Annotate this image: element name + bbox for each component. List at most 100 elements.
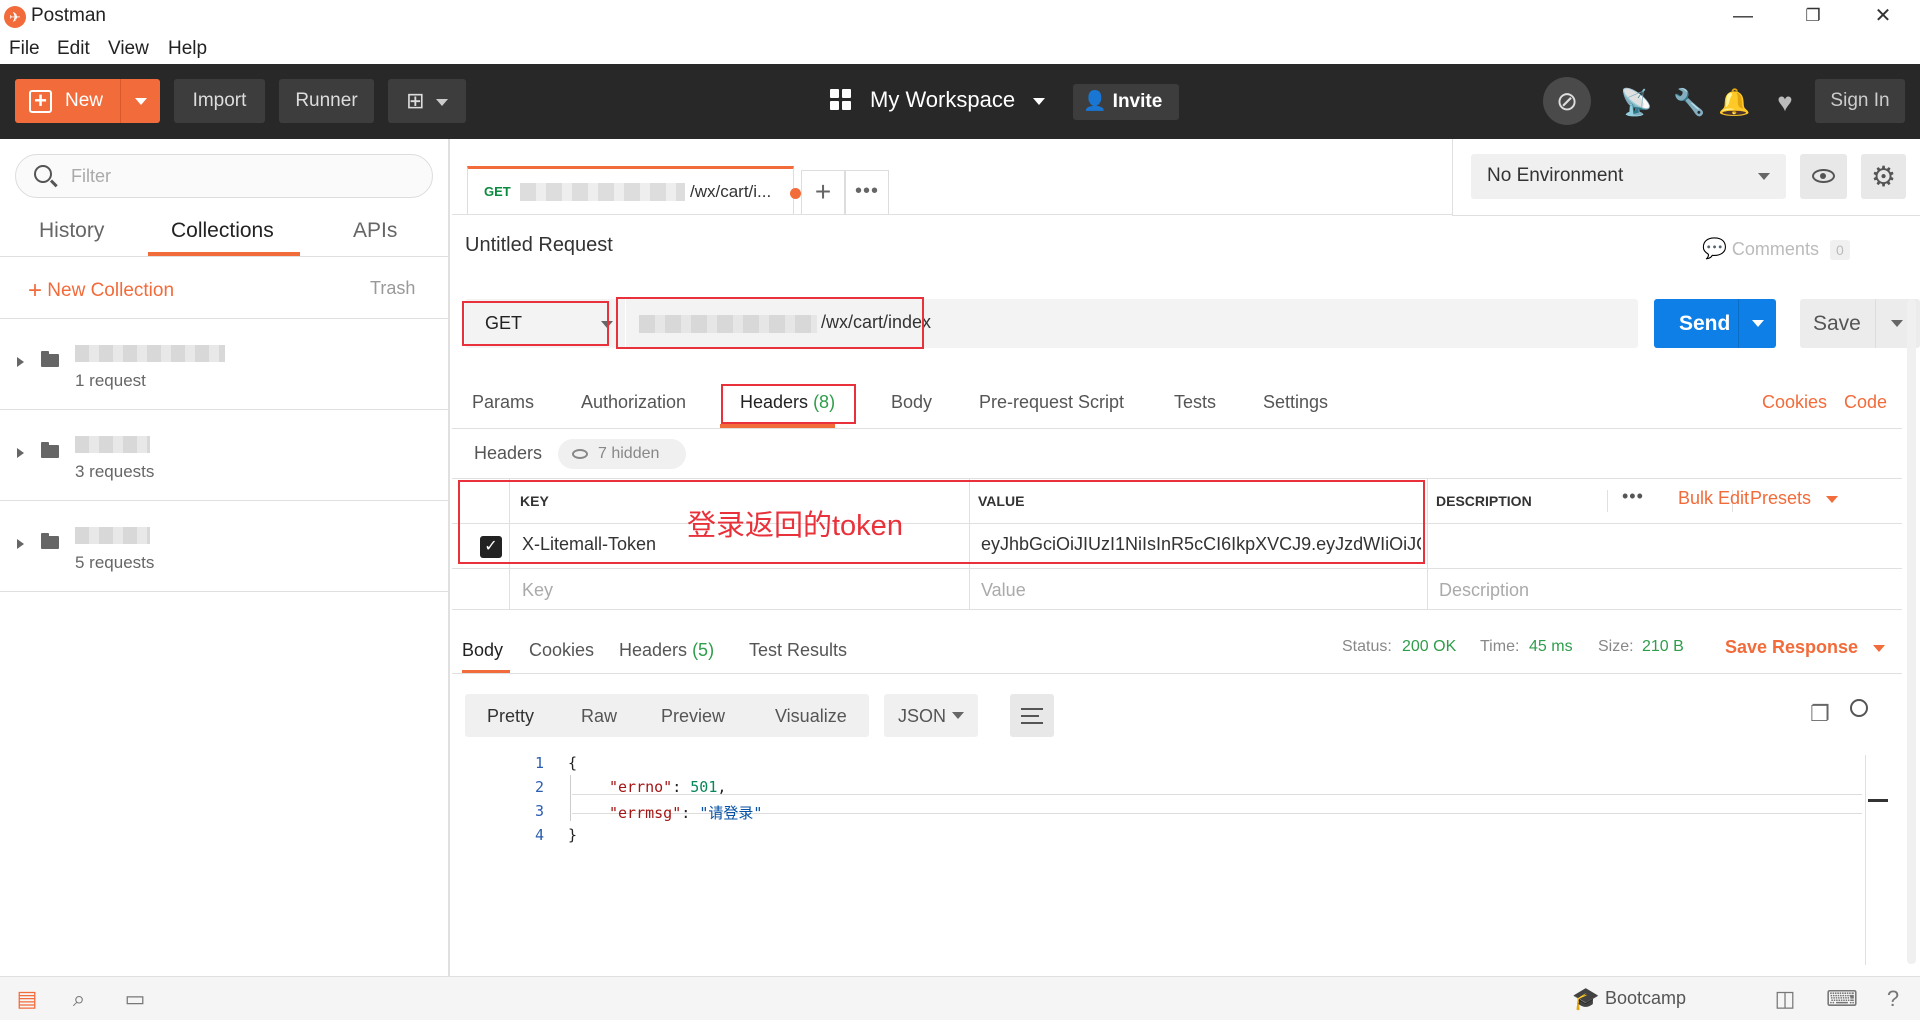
menu-view[interactable]: View xyxy=(108,38,149,60)
copy-icon[interactable]: ❐ xyxy=(1810,701,1830,727)
environment-select[interactable]: No Environment xyxy=(1471,154,1786,199)
environment-quick-look-button[interactable] xyxy=(1800,154,1847,199)
hidden-headers-toggle[interactable]: 7 hidden xyxy=(558,439,686,469)
postman-logo-icon: ✈ xyxy=(4,6,26,28)
column-header-description: DESCRIPTION xyxy=(1436,493,1532,509)
runner-button[interactable]: Runner xyxy=(279,79,374,123)
line-number: 2 xyxy=(534,778,544,796)
chevron-down-icon xyxy=(435,99,448,107)
help-icon[interactable]: ? xyxy=(1880,987,1906,1011)
bulk-edit-link[interactable]: Bulk Edit xyxy=(1678,488,1749,509)
collection-item[interactable]: 5 requests xyxy=(0,501,448,592)
request-title[interactable]: Untitled Request xyxy=(465,234,613,257)
maximize-button[interactable]: ❐ xyxy=(1782,0,1844,34)
add-tab-button[interactable]: + xyxy=(801,170,845,215)
response-tab-test-results[interactable]: Test Results xyxy=(749,640,847,661)
menu-help[interactable]: Help xyxy=(168,38,207,60)
console-icon[interactable]: ▭ xyxy=(122,987,148,1011)
request-tab-host-redacted xyxy=(520,183,685,201)
minimize-button[interactable]: — xyxy=(1712,0,1774,34)
line-number: 1 xyxy=(534,754,544,772)
tab-collections[interactable]: Collections xyxy=(171,219,274,243)
bootcamp-button[interactable]: Bootcamp xyxy=(1605,988,1686,1009)
new-value-input[interactable]: Value xyxy=(981,580,1026,601)
presets-dropdown[interactable]: Presets xyxy=(1750,488,1839,509)
tab-body[interactable]: Body xyxy=(891,392,932,413)
chevron-right-icon[interactable] xyxy=(17,357,24,367)
search-icon[interactable] xyxy=(1850,699,1868,717)
plus-icon: + xyxy=(29,90,52,113)
wrench-icon[interactable]: 🔧 xyxy=(1673,88,1705,116)
code-link[interactable]: Code xyxy=(1844,392,1887,413)
satellite-icon[interactable]: 📡 xyxy=(1620,88,1652,116)
response-body-editor[interactable]: 1 2 3 4 { "errno": 501, "errmsg": "请登录" … xyxy=(452,751,1862,911)
format-select[interactable]: JSON xyxy=(884,694,978,737)
response-tab-headers[interactable]: Headers (5) xyxy=(619,640,714,661)
bootcamp-icon[interactable]: 🎓 xyxy=(1572,987,1599,1011)
response-tab-body[interactable]: Body xyxy=(462,640,503,661)
new-button[interactable]: + New xyxy=(15,79,160,123)
menu-edit[interactable]: Edit xyxy=(57,38,90,60)
tab-authorization[interactable]: Authorization xyxy=(581,392,686,413)
cookies-link[interactable]: Cookies xyxy=(1762,392,1827,413)
import-button[interactable]: Import xyxy=(174,79,265,123)
more-tabs-button[interactable]: ••• xyxy=(845,170,889,215)
invite-button[interactable]: 👤 Invite xyxy=(1073,84,1179,120)
view-raw[interactable]: Raw xyxy=(581,706,617,727)
sign-in-button[interactable]: Sign In xyxy=(1815,79,1905,123)
sidebar-toggle-icon[interactable]: ▤ xyxy=(14,987,40,1011)
tab-apis[interactable]: APIs xyxy=(353,219,397,243)
new-description-input[interactable]: Description xyxy=(1439,580,1529,601)
workspace-switcher[interactable]: My Workspace xyxy=(870,87,1046,113)
filter-input[interactable]: Filter xyxy=(15,154,433,198)
collection-item[interactable]: 1 request xyxy=(0,319,448,410)
close-button[interactable]: ✕ xyxy=(1852,0,1914,34)
size-value[interactable]: 210 B xyxy=(1642,638,1684,656)
tab-history[interactable]: History xyxy=(39,219,104,243)
menu-file[interactable]: File xyxy=(9,38,40,60)
view-pretty[interactable]: Pretty xyxy=(487,706,534,727)
new-collection-button[interactable]: + New Collection xyxy=(28,277,174,305)
time-value[interactable]: 45 ms xyxy=(1529,638,1573,656)
tab-pre-request-script[interactable]: Pre-request Script xyxy=(979,392,1124,413)
tab-tests[interactable]: Tests xyxy=(1174,392,1216,413)
status-value[interactable]: 200 OK xyxy=(1402,638,1456,656)
find-icon[interactable]: ⌕ xyxy=(66,987,92,1011)
plus-icon: + xyxy=(28,277,43,304)
request-tab[interactable]: GET /wx/cart/i... xyxy=(467,166,801,215)
more-options-button[interactable]: ••• xyxy=(1622,486,1644,507)
send-button[interactable]: Send xyxy=(1654,299,1776,348)
send-dropdown-button[interactable] xyxy=(1738,299,1776,348)
folder-icon xyxy=(41,442,59,458)
save-response-button[interactable]: Save Response xyxy=(1725,637,1886,658)
tab-settings[interactable]: Settings xyxy=(1263,392,1328,413)
collection-item[interactable]: 3 requests xyxy=(0,410,448,501)
keyboard-shortcuts-icon[interactable]: ⌨ xyxy=(1826,987,1858,1011)
indent-guide xyxy=(570,775,571,821)
new-dropdown-button[interactable] xyxy=(120,79,160,123)
sync-off-icon[interactable]: ⊘ xyxy=(1543,77,1591,125)
chevron-right-icon[interactable] xyxy=(17,448,24,458)
collection-name-redacted xyxy=(75,436,150,453)
code-line-errmsg: "errmsg": "请登录" xyxy=(609,804,763,822)
view-preview[interactable]: Preview xyxy=(661,706,725,727)
trash-button[interactable]: Trash xyxy=(370,278,415,299)
wrap-lines-button[interactable] xyxy=(1010,694,1054,737)
heart-icon[interactable]: ♥ xyxy=(1770,88,1800,116)
view-visualize[interactable]: Visualize xyxy=(775,706,847,727)
two-pane-view-icon[interactable]: ◫ xyxy=(1772,987,1798,1011)
tab-params[interactable]: Params xyxy=(472,392,534,413)
new-window-button[interactable]: ⊞ xyxy=(388,79,466,123)
main-scrollbar[interactable] xyxy=(1907,299,1916,964)
line-number: 3 xyxy=(534,802,544,820)
save-button[interactable]: Save xyxy=(1800,299,1920,348)
manage-environments-button[interactable]: ⚙ xyxy=(1861,154,1906,199)
chevron-right-icon[interactable] xyxy=(17,539,24,549)
comments-button[interactable]: 💬 Comments 0 xyxy=(1702,236,1850,261)
bell-icon[interactable]: 🔔 xyxy=(1718,88,1750,116)
new-key-input[interactable]: Key xyxy=(522,580,553,601)
response-tab-cookies[interactable]: Cookies xyxy=(529,640,594,661)
app-title: Postman xyxy=(31,5,106,26)
collection-name-redacted xyxy=(75,527,150,544)
headers-table: KEY VALUE DESCRIPTION ••• Bulk Edit Pres… xyxy=(452,478,1902,610)
